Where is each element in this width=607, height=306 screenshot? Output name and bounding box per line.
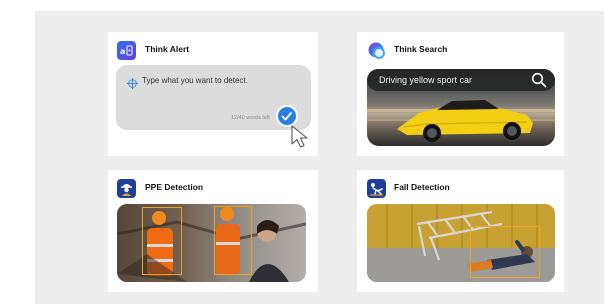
word-counter: 12/40 words left <box>231 115 270 121</box>
alert-input-placeholder: Type what you want to detect. <box>142 76 248 85</box>
card-title: Think Alert <box>145 44 190 54</box>
svg-text:a: a <box>120 47 125 56</box>
warehouse-fall-image <box>367 204 555 282</box>
falling-person-icon <box>367 179 386 198</box>
checkmark-icon <box>281 112 292 121</box>
search-bar[interactable]: Driving yellow sport car <box>367 69 555 91</box>
detection-box <box>142 207 182 275</box>
search-query-text: Driving yellow sport car <box>379 75 473 85</box>
construction-workers-image <box>117 204 306 282</box>
card-title: PPE Detection <box>145 182 204 192</box>
think-alert-card[interactable]: a Think Alert Type what you want to dete… <box>108 32 318 156</box>
hardhat-worker-icon <box>117 179 136 198</box>
mouse-cursor-icon <box>291 125 308 148</box>
crosshair-icon <box>127 76 138 94</box>
ppe-detection-card[interactable]: PPE Detection <box>108 170 318 292</box>
alert-input-box[interactable]: Type what you want to detect. 12/40 word… <box>116 65 311 130</box>
card-title: Think Search <box>394 44 448 54</box>
search-icon[interactable] <box>531 72 547 88</box>
think-search-card[interactable]: Think Search Driving yellow sport car <box>357 32 564 156</box>
search-orb-icon <box>367 41 386 60</box>
submit-check-button[interactable] <box>278 107 296 125</box>
card-title: Fall Detection <box>394 182 450 192</box>
detection-box <box>470 226 540 278</box>
fall-detection-card[interactable]: Fall Detection <box>357 170 564 292</box>
detection-box <box>214 206 252 275</box>
ai-chip-icon: a <box>117 41 136 60</box>
